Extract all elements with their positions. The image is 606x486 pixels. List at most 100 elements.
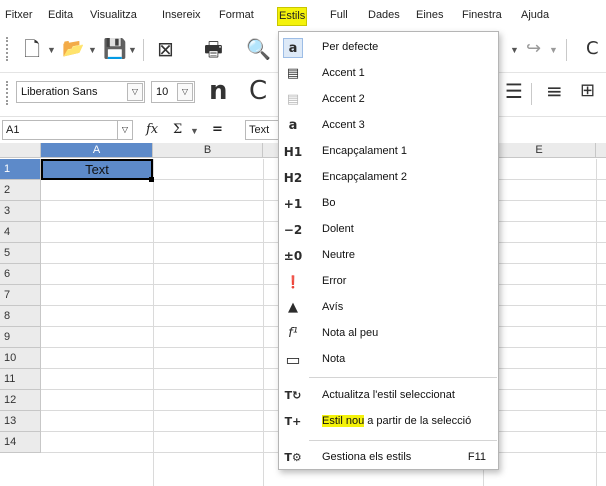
row-header[interactable]: 3 bbox=[0, 201, 41, 222]
menu-edita[interactable]: Edita bbox=[48, 9, 73, 21]
menu-item-label: Nota al peu bbox=[322, 327, 379, 339]
grid-line bbox=[263, 159, 264, 486]
menu-item-label: Estil nou a partir de la selecció bbox=[322, 415, 471, 427]
footnote-icon: f¹ bbox=[288, 326, 298, 341]
menu-visualitza[interactable]: Visualitza bbox=[90, 9, 137, 21]
chevron-down-icon[interactable]: ▽ bbox=[127, 83, 143, 101]
column-header-b[interactable]: B bbox=[153, 143, 263, 158]
cell-reference: A1 bbox=[6, 124, 20, 136]
find-replace-icon[interactable]: C bbox=[586, 37, 599, 61]
chevron-down-icon[interactable]: ▼ bbox=[190, 126, 199, 136]
row-header[interactable]: 6 bbox=[0, 264, 41, 285]
print-preview-icon[interactable]: 🔍 bbox=[246, 37, 271, 61]
menu-item-bo[interactable]: +1 Bo bbox=[279, 192, 498, 216]
row-header[interactable]: 11 bbox=[0, 369, 41, 390]
menu-estils[interactable]: Estils bbox=[277, 7, 308, 26]
column-header-f[interactable] bbox=[596, 143, 606, 158]
row-header[interactable]: 1 bbox=[0, 159, 41, 180]
column-header-a[interactable]: A bbox=[41, 143, 153, 158]
chevron-down-icon[interactable]: ▼ bbox=[88, 45, 97, 55]
menu-finestra[interactable]: Finestra bbox=[462, 9, 502, 21]
equals-icon[interactable]: = bbox=[212, 122, 223, 137]
menu-item-label: Accent 1 bbox=[322, 67, 365, 79]
fill-handle[interactable] bbox=[149, 177, 154, 182]
save-icon[interactable]: 💾 bbox=[103, 37, 127, 61]
toolbar-separator bbox=[531, 83, 532, 105]
heading-1-icon: H1 bbox=[283, 145, 303, 159]
menu-fitxer[interactable]: Fitxer bbox=[5, 9, 33, 21]
select-all-corner[interactable] bbox=[0, 143, 41, 158]
print-icon[interactable]: 🖶 bbox=[204, 37, 223, 61]
menu-item-accent-1[interactable]: ▤ Accent 1 bbox=[279, 62, 498, 86]
bold-icon[interactable]: n bbox=[209, 78, 228, 104]
menu-item-heading-1[interactable]: H1 Encapçalament 1 bbox=[279, 140, 498, 164]
menu-item-accent-3[interactable]: a Accent 3 bbox=[279, 114, 498, 138]
menu-item-label: Nota bbox=[322, 353, 346, 365]
menu-bar: Fitxer Edita Visualitza Insereix Format … bbox=[0, 0, 606, 31]
menu-item-accent-2[interactable]: ▤ Accent 2 bbox=[279, 88, 498, 112]
row-header[interactable]: 2 bbox=[0, 180, 41, 201]
menu-dades[interactable]: Dades bbox=[368, 9, 400, 21]
row-header[interactable]: 9 bbox=[0, 327, 41, 348]
function-wizard-icon[interactable]: fx bbox=[146, 122, 158, 137]
grid-line bbox=[153, 159, 154, 486]
default-style-icon: a bbox=[283, 38, 303, 58]
merge-cells-icon[interactable]: ⊞ bbox=[580, 79, 595, 103]
menu-item-dolent[interactable]: −2 Dolent bbox=[279, 218, 498, 242]
menu-format[interactable]: Format bbox=[219, 9, 254, 21]
menu-item-label: Accent 2 bbox=[322, 93, 365, 105]
redo-icon[interactable]: ↪ bbox=[526, 37, 541, 61]
column-header-e[interactable]: E bbox=[483, 143, 596, 158]
chevron-down-icon[interactable]: ▼ bbox=[47, 45, 56, 55]
menu-separator bbox=[309, 440, 497, 441]
toolbar-grip[interactable] bbox=[6, 37, 8, 61]
menu-item-neutre[interactable]: ±0 Neutre bbox=[279, 244, 498, 268]
menu-item-per-defecte[interactable]: a Per defecte bbox=[279, 36, 498, 60]
menu-item-error[interactable]: ❗ Error bbox=[279, 270, 498, 294]
row-header[interactable]: 14 bbox=[0, 432, 41, 453]
export-pdf-icon[interactable]: ⊠ bbox=[157, 37, 174, 61]
menu-item-update-style[interactable]: T↻ Actualitza l'estil seleccionat bbox=[279, 384, 498, 408]
row-header[interactable]: 12 bbox=[0, 390, 41, 411]
chevron-down-icon[interactable]: ▼ bbox=[510, 45, 519, 55]
row-header[interactable]: 10 bbox=[0, 348, 41, 369]
row-header[interactable]: 8 bbox=[0, 306, 41, 327]
menu-item-new-style[interactable]: T+ Estil nou a partir de la selecció bbox=[279, 410, 498, 434]
sum-icon[interactable]: Σ bbox=[173, 122, 182, 137]
italic-icon[interactable]: C bbox=[249, 78, 267, 104]
chevron-down-icon[interactable]: ▼ bbox=[128, 45, 137, 55]
menu-item-avis[interactable]: ▲ Avís bbox=[279, 296, 498, 320]
name-box[interactable]: A1 ▽ bbox=[2, 120, 133, 140]
align-right-icon[interactable]: ☰ bbox=[505, 79, 523, 103]
row-header[interactable]: 7 bbox=[0, 285, 41, 306]
font-size-box[interactable]: 10 ▽ bbox=[151, 81, 195, 103]
row-header[interactable]: 4 bbox=[0, 222, 41, 243]
grid-line bbox=[596, 159, 597, 486]
toolbar-grip[interactable] bbox=[6, 81, 8, 105]
styles-menu: a Per defecte ▤ Accent 1 ▤ Accent 2 a Ac… bbox=[278, 31, 499, 470]
row-header[interactable]: 5 bbox=[0, 243, 41, 264]
menu-full[interactable]: Full bbox=[330, 9, 348, 21]
open-folder-icon[interactable]: 📂 bbox=[62, 37, 84, 61]
update-style-icon: T↻ bbox=[284, 389, 302, 402]
menu-item-nota-al-peu[interactable]: f¹ Nota al peu bbox=[279, 322, 498, 346]
chevron-down-icon[interactable]: ▽ bbox=[117, 121, 132, 139]
font-name-box[interactable]: Liberation Sans ▽ bbox=[16, 81, 145, 103]
chevron-down-icon[interactable]: ▽ bbox=[177, 83, 193, 101]
wrap-text-icon[interactable]: ≡ bbox=[546, 79, 563, 103]
new-document-icon[interactable]: 🗋 bbox=[24, 37, 40, 61]
menu-insereix[interactable]: Insereix bbox=[162, 9, 201, 21]
formula-content: Text bbox=[249, 124, 270, 136]
row-header[interactable]: 13 bbox=[0, 411, 41, 432]
menu-ajuda[interactable]: Ajuda bbox=[521, 9, 549, 21]
menu-item-manage-styles[interactable]: T⚙ Gestiona els estils F11 bbox=[279, 446, 498, 470]
good-style-icon: +1 bbox=[283, 197, 303, 211]
menu-eines[interactable]: Eines bbox=[416, 9, 444, 21]
menu-item-heading-2[interactable]: H2 Encapçalament 2 bbox=[279, 166, 498, 190]
menu-item-label: Accent 3 bbox=[322, 119, 365, 131]
chevron-down-icon[interactable]: ▼ bbox=[549, 45, 558, 55]
menu-item-label-rest: a partir de la selecció bbox=[364, 415, 472, 427]
menu-item-nota[interactable]: ▭ Nota bbox=[279, 348, 498, 372]
neutral-style-icon: ±0 bbox=[283, 249, 303, 263]
cell-a1[interactable]: Text bbox=[41, 159, 153, 180]
